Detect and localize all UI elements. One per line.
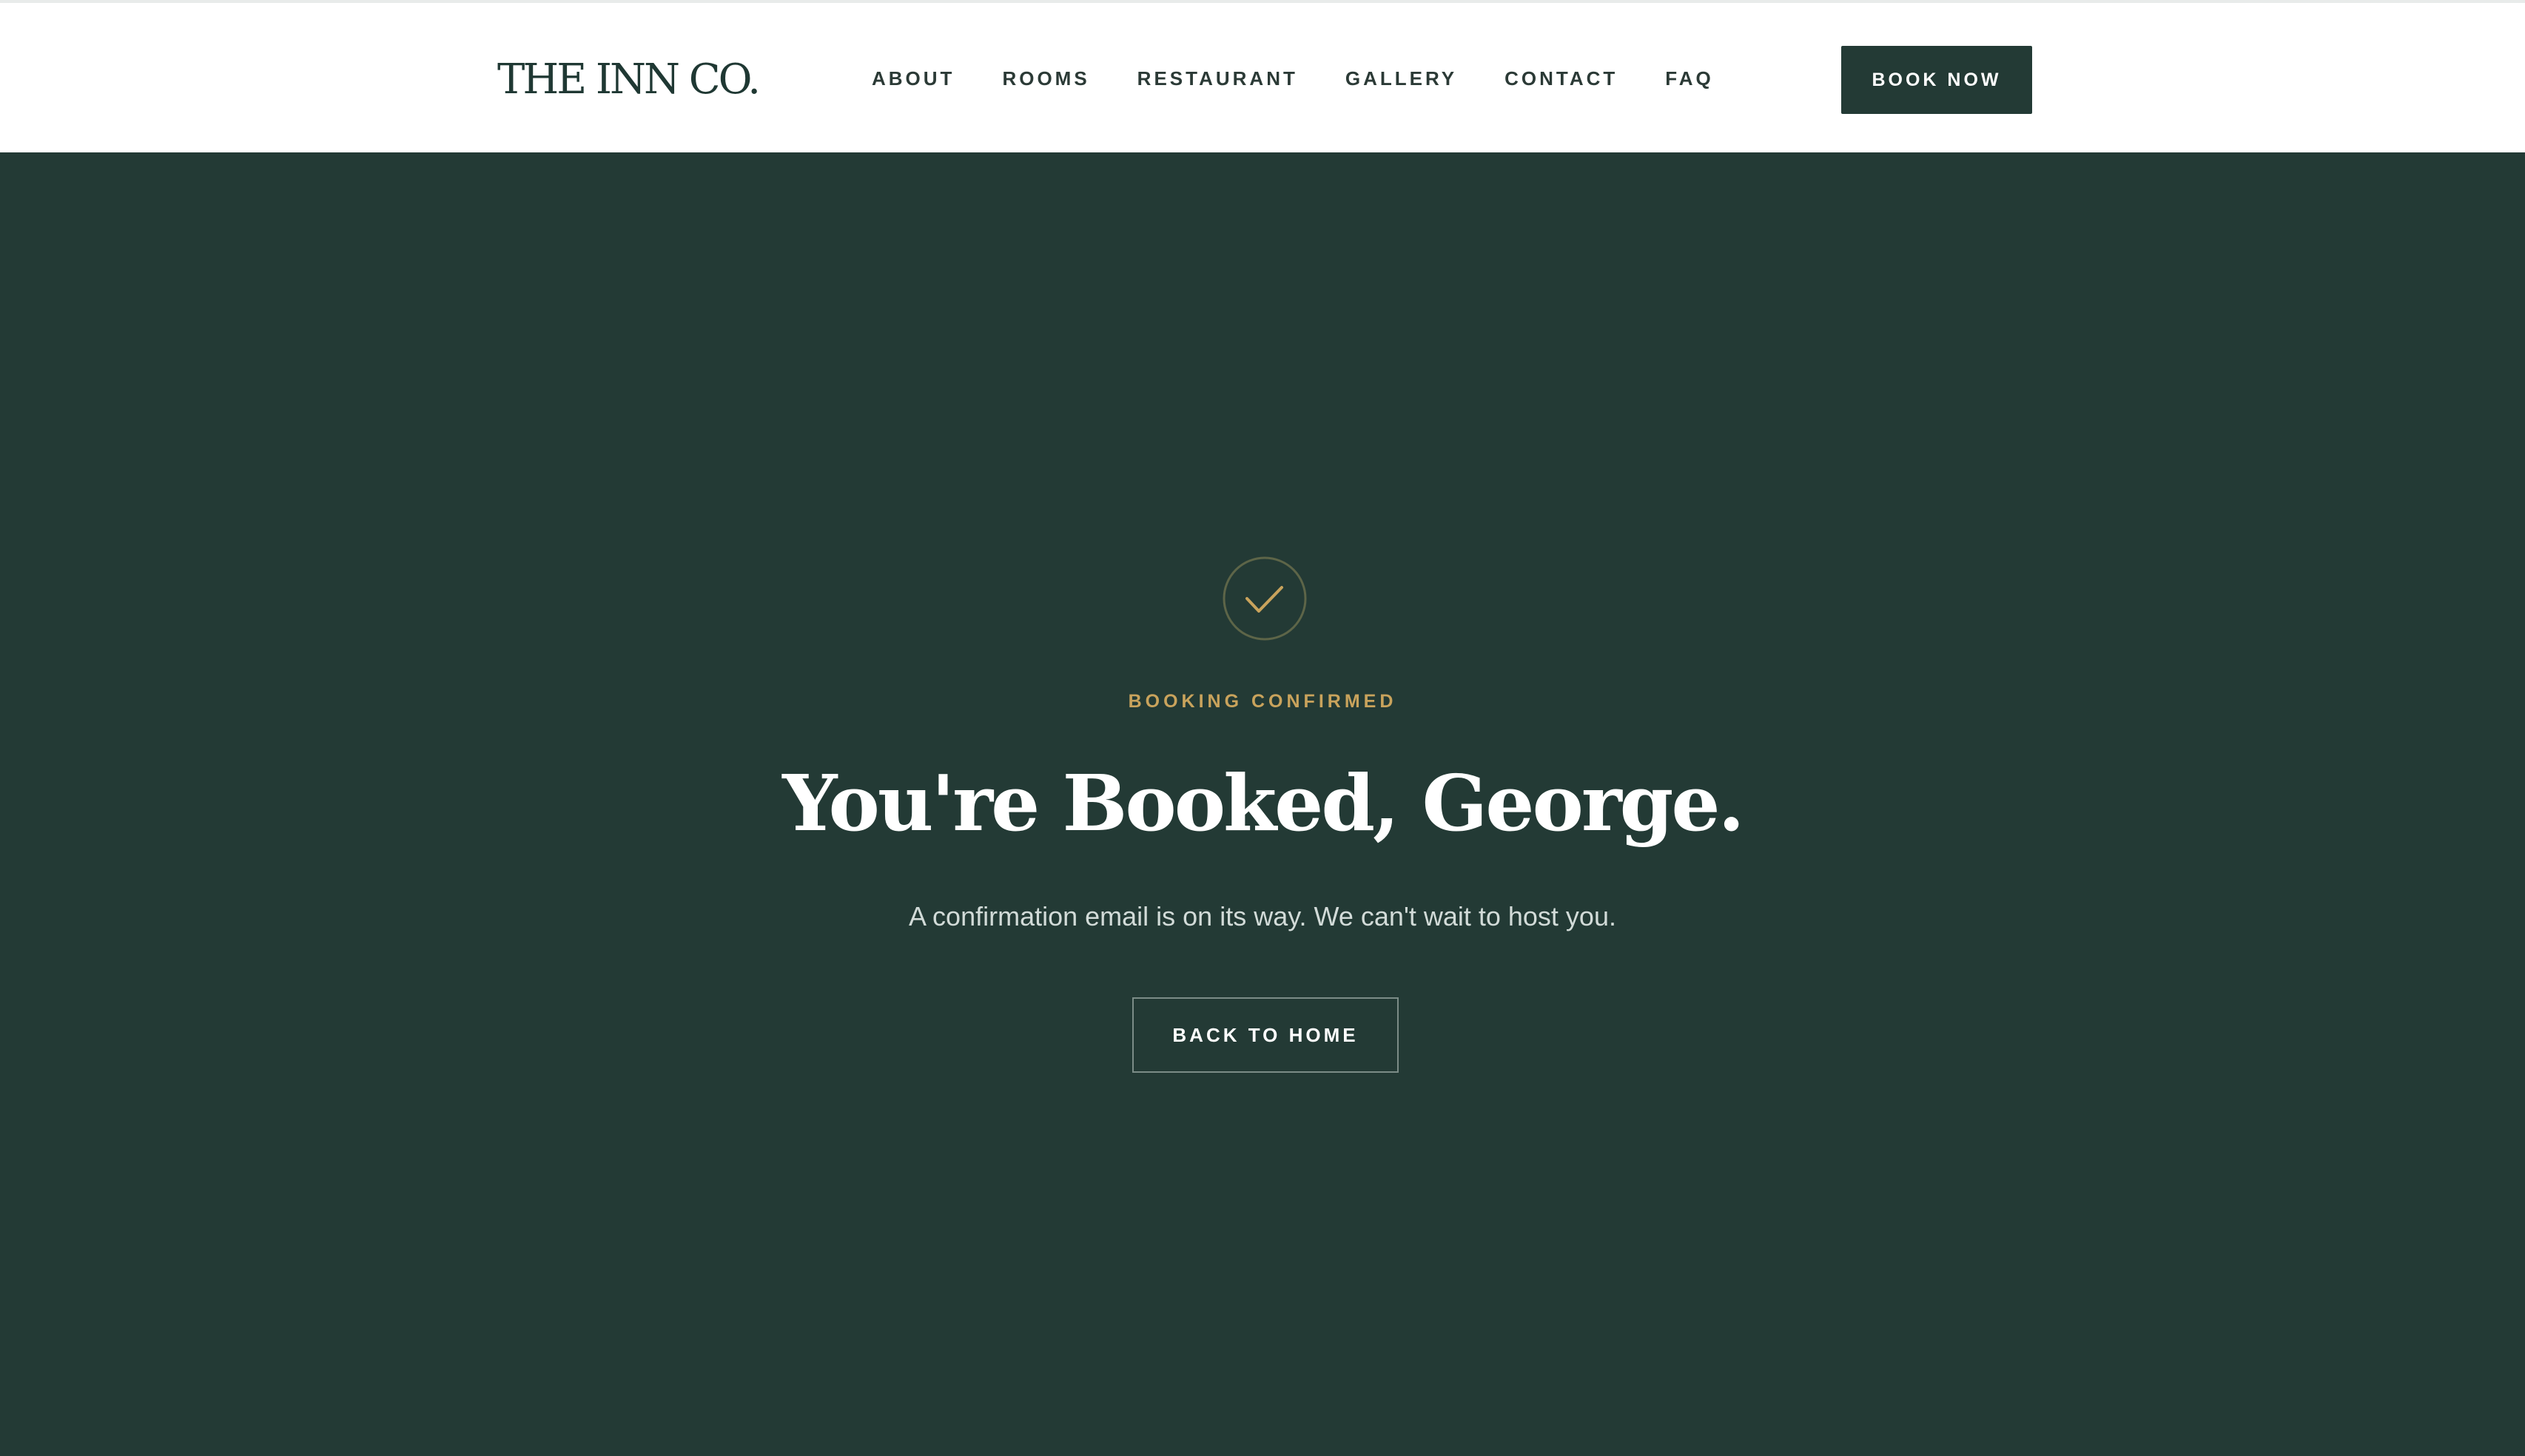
site-logo[interactable]: THE INN CO.: [497, 50, 761, 109]
nav-item-contact[interactable]: CONTACT: [1504, 64, 1618, 93]
nav-item-gallery[interactable]: GALLERY: [1345, 64, 1457, 93]
booking-status-label: BOOKING CONFIRMED: [1128, 691, 1397, 712]
nav-item-faq[interactable]: FAQ: [1665, 64, 1713, 93]
back-to-home-button[interactable]: BACK TO HOME: [1132, 997, 1399, 1073]
main-nav: ABOUT ROOMS RESTAURANT GALLERY CONTACT F…: [872, 64, 1714, 93]
confirmation-message: A confirmation email is on its way. We c…: [909, 901, 1616, 931]
nav-item-restaurant[interactable]: RESTAURANT: [1137, 64, 1298, 93]
book-now-button[interactable]: BOOK NOW: [1841, 46, 2032, 114]
nav-item-rooms[interactable]: ROOMS: [1002, 64, 1089, 93]
site-header: THE INN CO. ABOUT ROOMS RESTAURANT GALLE…: [0, 3, 2525, 152]
nav-item-about[interactable]: ABOUT: [872, 64, 955, 93]
confirmation-headline: You're Booked, George.: [782, 758, 1744, 849]
check-icon: [1223, 556, 1307, 641]
